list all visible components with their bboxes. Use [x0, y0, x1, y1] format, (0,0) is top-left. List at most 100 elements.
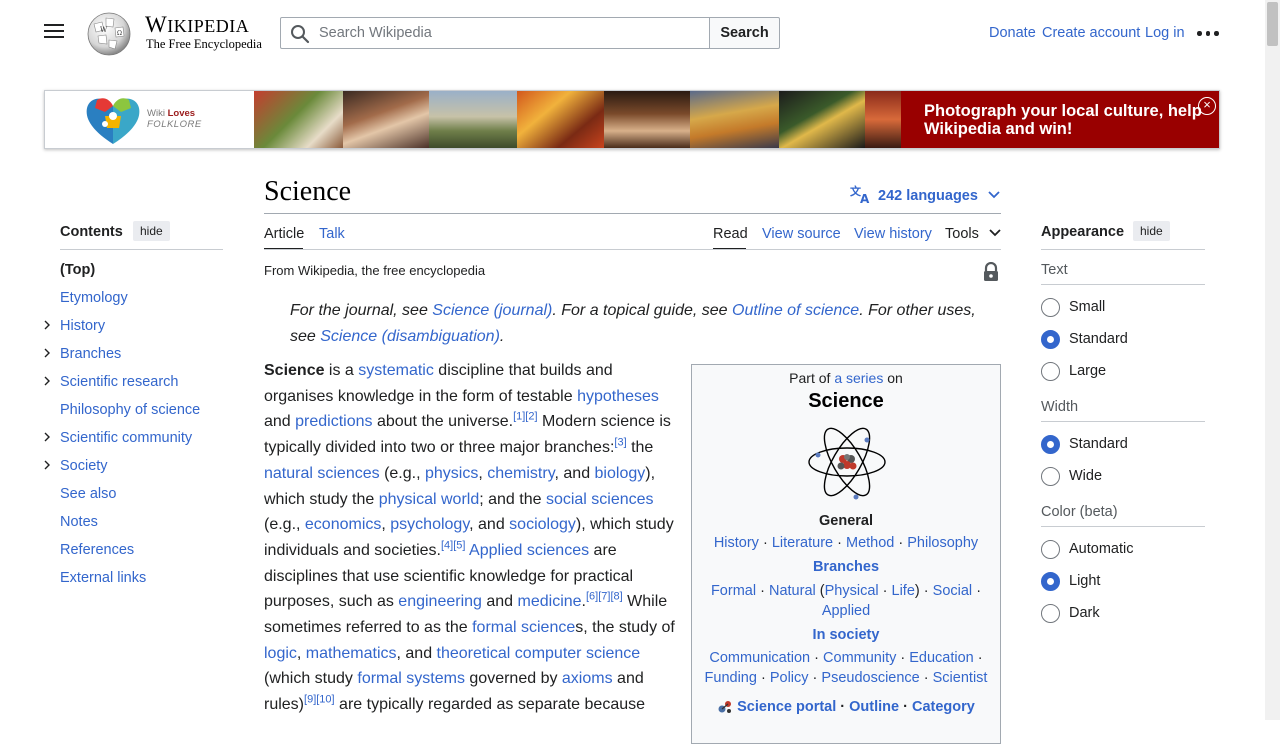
science-journal-link[interactable]: Science (journal): [432, 302, 552, 319]
article-link[interactable]: formal science: [472, 619, 575, 636]
citation-ref[interactable]: [1]: [513, 411, 525, 423]
article-link[interactable]: mathematics: [306, 645, 397, 662]
article-link[interactable]: medicine: [518, 593, 582, 610]
citation-link[interactable]: [2]: [525, 411, 537, 423]
toc-item-see-also[interactable]: See also: [60, 486, 116, 502]
outline-of-science-link[interactable]: Outline of science: [732, 302, 859, 319]
chevron-right-icon[interactable]: [42, 432, 52, 442]
banner-call-to-action[interactable]: Photograph your local culture, help Wiki…: [901, 91, 1219, 148]
article-link[interactable]: biology: [595, 465, 646, 482]
article-link[interactable]: formal systems: [357, 670, 465, 687]
society-link-education[interactable]: Education: [909, 650, 974, 666]
article-link[interactable]: Applied sciences: [469, 542, 589, 559]
toc-item-philosophy-of-science[interactable]: Philosophy of science: [60, 402, 200, 418]
toc-item-scientific-community[interactable]: Scientific community: [60, 430, 192, 446]
toc-item-notes[interactable]: Notes: [60, 514, 98, 530]
tab-read[interactable]: Read: [713, 226, 748, 242]
citation-link[interactable]: [3]: [614, 437, 626, 449]
color-label-dark[interactable]: Dark: [1069, 605, 1100, 621]
tab-view-source[interactable]: View source: [762, 226, 841, 242]
article-link[interactable]: systematic: [358, 362, 434, 379]
branches-link[interactable]: Branches: [813, 559, 879, 575]
general-link-history[interactable]: History: [714, 535, 759, 551]
society-link-communication[interactable]: Communication: [709, 650, 810, 666]
citation-ref[interactable]: [6]: [586, 591, 598, 603]
society-link-pseudoscience[interactable]: Pseudoscience: [821, 670, 919, 686]
text-size-radio-large[interactable]: [1041, 362, 1060, 381]
article-link[interactable]: sociology: [509, 516, 576, 533]
article-link[interactable]: physical world: [379, 491, 479, 508]
appearance-hide-button[interactable]: hide: [1133, 221, 1170, 241]
main-menu-button[interactable]: [40, 20, 68, 46]
chevron-right-icon[interactable]: [42, 376, 52, 386]
citation-link[interactable]: [5]: [453, 540, 465, 552]
general-link-literature[interactable]: Literature: [772, 535, 833, 551]
toc-item-society[interactable]: Society: [60, 458, 108, 474]
article-link[interactable]: psychology: [390, 516, 469, 533]
portal-link-category[interactable]: Category: [912, 699, 975, 715]
tab-talk[interactable]: Talk: [319, 226, 345, 242]
citation-ref[interactable]: [10]: [316, 694, 334, 706]
width-radio-wide[interactable]: [1041, 467, 1060, 486]
tab-view-history[interactable]: View history: [854, 226, 932, 242]
toc-item-scientific-research[interactable]: Scientific research: [60, 374, 178, 390]
toc-item-top[interactable]: (Top): [60, 262, 95, 278]
text-size-radio-small[interactable]: [1041, 298, 1060, 317]
text-size-radio-standard[interactable]: [1041, 330, 1060, 349]
portal-link-outline[interactable]: Outline: [849, 699, 899, 715]
society-link-community[interactable]: Community: [823, 650, 896, 666]
life-link[interactable]: Life: [892, 583, 915, 599]
citation-ref[interactable]: [4]: [441, 540, 453, 552]
citation-link[interactable]: [4]: [441, 540, 453, 552]
toc-item-etymology[interactable]: Etymology: [60, 290, 128, 306]
natural-link[interactable]: Natural: [769, 583, 816, 599]
article-link[interactable]: predictions: [295, 413, 372, 430]
applied-link[interactable]: Applied: [822, 603, 870, 619]
article-link[interactable]: logic: [264, 645, 297, 662]
text-size-label-large[interactable]: Large: [1069, 363, 1106, 379]
article-link[interactable]: social sciences: [546, 491, 654, 508]
log-in-link[interactable]: Log in: [1145, 25, 1185, 41]
society-link-scientist[interactable]: Scientist: [933, 670, 988, 686]
article-link[interactable]: chemistry: [487, 465, 554, 482]
chevron-right-icon[interactable]: [42, 348, 52, 358]
article-link[interactable]: hypotheses: [577, 388, 659, 405]
article-link[interactable]: economics: [305, 516, 381, 533]
scrollbar-thumb[interactable]: [1267, 2, 1278, 46]
formal-link[interactable]: Formal: [711, 583, 756, 599]
general-link-philosophy[interactable]: Philosophy: [907, 535, 978, 551]
text-size-label-small[interactable]: Small: [1069, 299, 1105, 315]
society-link-policy[interactable]: Policy: [770, 670, 809, 686]
article-link[interactable]: theoretical computer science: [437, 645, 641, 662]
citation-ref[interactable]: [7]: [598, 591, 610, 603]
society-link-funding[interactable]: Funding: [705, 670, 757, 686]
chevron-right-icon[interactable]: [42, 320, 52, 330]
article-link[interactable]: engineering: [398, 593, 482, 610]
toc-item-history[interactable]: History: [60, 318, 105, 334]
toc-item-external-links[interactable]: External links: [60, 570, 146, 586]
donate-link[interactable]: Donate: [989, 25, 1036, 41]
physical-link[interactable]: Physical: [825, 583, 879, 599]
in-society-link[interactable]: In society: [813, 627, 880, 643]
article-link[interactable]: physics: [425, 465, 478, 482]
citation-ref[interactable]: [9]: [304, 694, 316, 706]
citation-link[interactable]: [1]: [513, 411, 525, 423]
toc-item-branches[interactable]: Branches: [60, 346, 121, 362]
width-label-standard[interactable]: Standard: [1069, 436, 1128, 452]
article-link[interactable]: axioms: [562, 670, 613, 687]
citation-ref[interactable]: [3]: [614, 437, 626, 449]
width-radio-standard[interactable]: [1041, 435, 1060, 454]
color-radio-light[interactable]: [1041, 572, 1060, 591]
citation-link[interactable]: [7]: [598, 591, 610, 603]
science-disambiguation-link[interactable]: Science (disambiguation): [320, 328, 500, 345]
color-radio-dark[interactable]: [1041, 604, 1060, 623]
fundraising-banner[interactable]: Wiki Loves FOLKLORE Photograph your loca…: [44, 90, 1220, 149]
search-field[interactable]: [280, 17, 710, 49]
chevron-right-icon[interactable]: [42, 460, 52, 470]
page-scrollbar[interactable]: [1265, 0, 1280, 720]
color-label-light[interactable]: Light: [1069, 573, 1100, 589]
tools-menu[interactable]: Tools: [945, 226, 1001, 242]
close-icon[interactable]: ×: [1198, 97, 1216, 115]
toc-hide-button[interactable]: hide: [133, 221, 170, 241]
tab-article[interactable]: Article: [264, 226, 304, 242]
